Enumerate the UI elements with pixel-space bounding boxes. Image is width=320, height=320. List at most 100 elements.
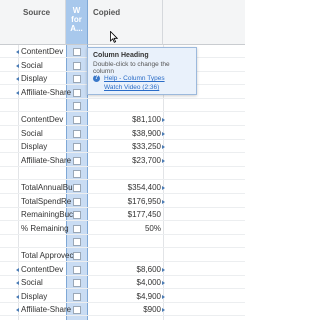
column-header-copied-label: Copied: [93, 8, 121, 17]
row-checkbox[interactable]: [73, 61, 81, 70]
table-row[interactable]: Affiliate-Share $23,700: [0, 154, 245, 167]
help-icon: ?: [93, 75, 100, 82]
row-source-label: Display: [21, 142, 48, 152]
column-header-source[interactable]: Source: [18, 0, 66, 45]
row-checkbox[interactable]: [73, 75, 81, 84]
row-source-label: ContentDev: [21, 47, 64, 56]
row-copied-value: $33,250: [132, 142, 161, 152]
row-copied-value: $38,900: [132, 128, 161, 138]
column-header-w-line-1: W: [72, 6, 81, 15]
row-source-label: TotalAnnualBu: [21, 183, 73, 192]
row-link-arrow-icon: [16, 63, 19, 68]
row-copied-value: $23,700: [132, 155, 161, 165]
table-row[interactable]: Display $4,900: [0, 290, 245, 303]
row-checkbox[interactable]: [73, 265, 81, 274]
row-source-label: Total Approvec: [21, 251, 74, 260]
row-checkbox[interactable]: [73, 156, 81, 165]
value-link-arrow-icon: [162, 158, 165, 163]
table-row[interactable]: Affiliate-Share $900: [0, 303, 245, 317]
value-link-arrow-icon: [162, 267, 165, 272]
row-copied-value: $177,450: [127, 210, 161, 220]
tooltip-title: Column Heading: [93, 52, 149, 59]
value-link-arrow-icon: [162, 294, 165, 299]
row-source-label: Affiliate-Share: [21, 155, 72, 165]
table-row[interactable]: Social $4,000: [0, 276, 245, 290]
help-column-types-link[interactable]: Help - Column Types: [104, 75, 165, 82]
row-copied-value: 50%: [144, 223, 161, 233]
row-link-arrow-icon: [16, 267, 19, 272]
row-source-label: ContentDev: [21, 115, 64, 124]
row-source-label: Display: [21, 291, 48, 301]
value-link-arrow-icon: [162, 145, 165, 150]
table-row[interactable]: ContentDev $8,600: [0, 263, 245, 276]
row-link-arrow-icon: [16, 77, 19, 82]
row-link-arrow-icon: [16, 50, 19, 54]
spreadsheet-grid: Source W for A... Copied ContentDev Socia…: [0, 0, 245, 320]
row-copied-value: $4,000: [136, 278, 161, 288]
value-link-arrow-icon: [162, 199, 165, 204]
row-checkbox[interactable]: [73, 129, 81, 138]
row-link-arrow-icon: [16, 308, 19, 313]
row-checkbox[interactable]: [73, 170, 81, 179]
row-checkbox[interactable]: [73, 197, 81, 206]
table-row[interactable]: % Remaining 50%: [0, 222, 245, 235]
row-header-corner: [0, 0, 18, 45]
table-row[interactable]: Social $38,900: [0, 127, 245, 140]
value-link-arrow-icon: [162, 281, 165, 286]
watch-video-link[interactable]: Watch Video (2:36): [104, 84, 159, 91]
row-checkbox[interactable]: [73, 238, 81, 247]
row-checkbox[interactable]: [73, 279, 81, 288]
value-link-arrow-icon: [162, 186, 165, 190]
row-copied-value: $81,100: [132, 115, 161, 124]
row-source-label: Social: [21, 128, 43, 138]
table-row[interactable]: Total Approvec: [0, 249, 245, 262]
table-row[interactable]: [0, 235, 245, 249]
row-checkbox[interactable]: [73, 292, 81, 301]
row-source-label: RemainingBuc: [21, 210, 74, 220]
column-header-w-line-3: A...: [70, 24, 83, 33]
column-header-w-selected[interactable]: W for A...: [66, 0, 88, 45]
value-link-arrow-icon: [162, 308, 165, 313]
tooltip-body: Double-click to change the column: [93, 61, 170, 75]
row-checkbox[interactable]: [73, 102, 81, 111]
table-row[interactable]: TotalAnnualBu $354,400: [0, 181, 245, 194]
column-header-source-label: Source: [23, 8, 51, 17]
row-checkbox[interactable]: [73, 184, 81, 192]
row-link-arrow-icon: [16, 281, 19, 286]
table-row[interactable]: [0, 167, 245, 181]
row-copied-value: $176,950: [127, 196, 161, 206]
row-checkbox[interactable]: [73, 116, 81, 124]
value-link-arrow-icon: [162, 131, 165, 136]
row-source-label: Display: [21, 74, 48, 84]
table-row[interactable]: Display $33,250: [0, 140, 245, 154]
row-copied-value: $900: [143, 305, 161, 315]
row-checkbox[interactable]: [73, 211, 81, 220]
row-link-arrow-icon: [16, 90, 19, 95]
table-row[interactable]: RemainingBuc $177,450: [0, 208, 245, 222]
row-source-label: Affiliate-Share: [21, 305, 72, 315]
row-source-label: % Remaining: [21, 223, 69, 233]
column-header-copied[interactable]: Copied: [88, 0, 163, 45]
row-checkbox[interactable]: [73, 143, 81, 152]
value-link-arrow-icon: [162, 118, 165, 122]
row-checkbox[interactable]: [73, 252, 81, 260]
row-source-label: TotalSpendRe: [21, 196, 72, 206]
column-header-empty[interactable]: [163, 0, 245, 45]
table-row[interactable]: TotalSpendRe $176,950: [0, 195, 245, 208]
row-source-label: Affiliate-Share: [21, 87, 72, 97]
row-link-arrow-icon: [16, 294, 19, 299]
row-copied-value: $354,400: [127, 183, 161, 192]
table-row[interactable]: [0, 99, 245, 113]
column-heading-tooltip: Column Heading Double-click to change th…: [87, 47, 197, 95]
row-source-label: Social: [21, 278, 43, 288]
row-checkbox[interactable]: [73, 224, 81, 233]
row-checkbox[interactable]: [73, 88, 81, 97]
column-header-w-line-2: for: [71, 15, 82, 24]
row-copied-value: $4,900: [136, 291, 161, 301]
row-checkbox[interactable]: [73, 48, 81, 56]
row-source-label: ContentDev: [21, 264, 64, 274]
row-checkbox[interactable]: [73, 306, 81, 315]
table-row[interactable]: ContentDev $81,100: [0, 113, 245, 126]
row-source-label: Social: [21, 60, 43, 70]
row-copied-value: $8,600: [136, 264, 161, 274]
